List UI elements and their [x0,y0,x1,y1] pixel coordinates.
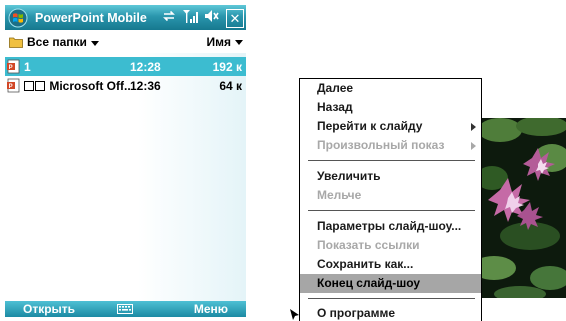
menu-item-label: Параметры слайд-шоу... [317,219,462,233]
menu-separator [308,210,475,211]
menu-item-label: Перейти к слайду [317,119,423,133]
menu-separator [308,298,475,299]
sort-dropdown[interactable]: Имя [206,35,243,49]
file-name: 1 [24,59,31,74]
file-size: 64 к [219,78,242,93]
menu-item-show-options[interactable]: Параметры слайд-шоу... [300,217,481,236]
sort-dropdown-label: Имя [206,35,231,49]
volume-icon[interactable] [204,9,220,28]
folder-dropdown-label: Все папки [27,34,87,49]
menu-item-next[interactable]: Далее [300,79,481,98]
menu-item-end-show[interactable]: Конец слайд-шоу [300,274,481,293]
pocket-pc-screen: PowerPoint Mobile ✕ Все папки Имя P 1 12… [5,5,246,317]
mouse-pointer-icon [290,309,299,320]
menu-item-previous[interactable]: Назад [300,98,481,117]
status-icons: ✕ [162,8,244,29]
menu-item-zoom-in[interactable]: Увеличить [300,167,481,186]
chevron-right-icon [471,142,476,150]
windows-start-icon[interactable] [7,7,29,29]
slideshow-context-menu: Далее Назад Перейти к слайду Произвольны… [299,78,482,321]
keyboard-icon[interactable] [117,304,133,314]
powerpoint-file-icon: P [7,59,20,74]
signal-icon[interactable] [182,8,198,29]
svg-text:P: P [9,84,13,90]
file-size: 192 к [212,59,242,74]
menu-item-label: Сохранить как... [317,257,414,271]
menu-item-label: Увеличить [317,169,381,183]
menu-item-label: О программе [317,306,396,320]
menu-item-save-as[interactable]: Сохранить как... [300,255,481,274]
missing-glyph-icon [24,80,34,91]
close-button[interactable]: ✕ [226,9,244,28]
menu-item-zoom-out: Мельче [300,186,481,205]
file-row[interactable]: P Microsoft Off... 12:36 64 к [5,76,246,95]
title-bar: PowerPoint Mobile ✕ [5,5,246,30]
menu-item-label: Назад [317,100,353,114]
menu-item-about[interactable]: О программе [300,304,481,321]
menu-item-custom-show: Произвольный показ [300,136,481,155]
chevron-right-icon [471,123,476,131]
folder-bar: Все папки Имя [5,30,246,53]
menu-softkey[interactable]: Меню [194,302,228,316]
missing-glyph-icon [35,80,45,91]
close-icon: ✕ [229,11,241,26]
sync-icon[interactable] [162,9,176,28]
menu-item-label: Показать ссылки [317,238,420,252]
softkey-bar: Открыть Меню [5,301,246,317]
svg-text:P: P [9,65,13,71]
screenshot-canvas: PowerPoint Mobile ✕ Все папки Имя P 1 12… [0,0,566,321]
menu-item-label: Далее [317,81,354,95]
powerpoint-file-icon: P [7,78,20,93]
menu-item-show-links: Показать ссылки [300,236,481,255]
menu-item-label: Произвольный показ [317,138,445,152]
menu-item-label: Конец слайд-шоу [317,276,421,290]
file-time: 12:36 [130,78,161,93]
slide-image [480,118,566,298]
app-title: PowerPoint Mobile [35,10,147,25]
menu-separator [308,160,475,161]
file-list: P 1 12:28 192 к P Microsoft Off... 12:36… [5,53,246,301]
menu-item-label: Мельче [317,188,362,202]
file-row[interactable]: P 1 12:28 192 к [5,57,246,76]
file-time: 12:28 [130,59,161,74]
folder-dropdown[interactable]: Все папки [27,35,99,49]
file-name-cell: Microsoft Off... [24,79,130,93]
chevron-down-icon [235,39,243,45]
open-softkey[interactable]: Открыть [23,302,75,316]
folder-icon [9,37,23,48]
menu-item-go-to-slide[interactable]: Перейти к слайду [300,117,481,136]
file-name: Microsoft Off... [49,78,130,93]
chevron-down-icon [90,40,99,46]
